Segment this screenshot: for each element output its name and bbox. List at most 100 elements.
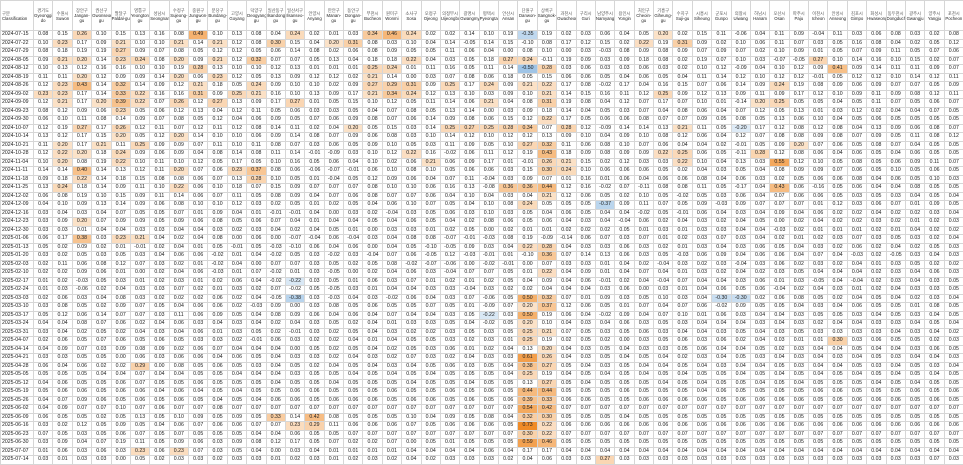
region-header: 군포시Gunpo [712,1,731,31]
table-cell: 0.08 [72,320,91,329]
table-cell: 0.24 [557,167,576,176]
table-cell: 0.12 [34,82,53,91]
table-cell: 0.11 [421,99,440,108]
table-cell: 0.12 [421,90,440,99]
table-cell: 0.05 [944,396,963,405]
row-date: 2025-04-21 [1,354,34,363]
table-cell: 0.07 [595,235,614,244]
table-cell: 0.04 [750,447,769,456]
table-cell: 0.03 [770,456,789,465]
table-cell: 0.14 [440,99,459,108]
table-cell: 0.07 [247,269,266,278]
table-cell: 0.07 [227,405,246,414]
table-cell: 0.11 [150,124,169,133]
table-cell: 0.02 [92,413,111,422]
table-cell: 0.05 [634,413,653,422]
table-cell: 0.03 [402,320,421,329]
table-cell: 0.11 [440,141,459,150]
table-cell: 0.14 [731,82,750,91]
table-cell: 0.09 [867,48,886,57]
row-date: 2025-06-09 [1,413,34,422]
table-cell: 0.08 [169,48,188,57]
table-cell: 0.05 [750,141,769,150]
table-cell: 0.07 [130,405,149,414]
table-cell: 0.10 [828,56,847,65]
table-cell: 0.24 [518,56,537,65]
table-cell: 0.08 [34,31,53,40]
table-cell: 0.05 [266,388,285,397]
table-cell: 0.07 [944,430,963,439]
table-cell: 0.01 [809,226,828,235]
table-cell: 0.11 [324,422,343,431]
table-cell: 0.05 [305,56,324,65]
table-cell: 0.05 [305,396,324,405]
table-cell: 0.12 [809,124,828,133]
table-cell: 0.34 [363,31,382,40]
table-cell: 0.05 [92,379,111,388]
region-name-en: Gwangmyeong [460,16,478,21]
table-cell: 0.05 [227,311,246,320]
row-date: 2024-08-12 [1,65,34,74]
table-cell: 0.05 [285,362,304,371]
table-cell: 0.07 [944,124,963,133]
table-cell: 0.02 [499,226,518,235]
table-cell: 0.05 [944,345,963,354]
table-cell: 0.06 [460,396,479,405]
table-cell: 0.05 [867,167,886,176]
table-cell: 0.32 [537,294,556,303]
table-row: 2024-08-050.090.210.200.140.230.240.080.… [1,56,963,65]
table-cell: 0.02 [208,277,227,286]
table-cell: 0.13 [867,124,886,133]
table-cell: -0.04 [654,277,673,286]
table-cell: 0.00 [363,226,382,235]
table-cell: 0.03 [867,328,886,337]
table-cell: 0.03 [344,31,363,40]
table-cell: 0.02 [944,226,963,235]
table-cell: 0.03 [382,362,401,371]
table-cell: 0.09 [72,243,91,252]
table-row: 2024-10-280.120.220.200.180.240.090.060.… [1,150,963,159]
table-cell: 0.04 [712,243,731,252]
table-cell: 0.07 [673,99,692,108]
table-cell: 0.01 [460,303,479,312]
table-cell: 0.03 [770,328,789,337]
table-cell: 0.04 [750,379,769,388]
table-cell: 0.04 [499,243,518,252]
table-cell: 0.08 [654,48,673,57]
table-cell: 0.12 [944,133,963,142]
table-cell: 0.09 [53,345,72,354]
table-row: 2025-02-100.020.020.090.060.010.000.020.… [1,269,963,278]
table-cell: 0.42 [537,405,556,414]
table-cell: 0.13 [460,184,479,193]
table-cell: 0.03 [673,320,692,329]
table-cell: -0.11 [537,56,556,65]
table-cell: 0.12 [731,133,750,142]
table-cell: 0.05 [72,354,91,363]
row-date: 2025-04-07 [1,337,34,346]
table-cell: 0.10 [247,65,266,74]
table-cell: 0.03 [692,269,711,278]
table-cell: 0.06 [847,167,866,176]
table-cell: 0.01 [460,277,479,286]
table-cell: 0.00 [402,73,421,82]
table-cell: 0.08 [789,294,808,303]
table-cell: 0.05 [460,439,479,448]
table-cell: 0.28 [247,175,266,184]
table-cell: 0.03 [150,354,169,363]
table-cell: 0.20 [169,167,188,176]
table-cell: 0.12 [828,201,847,210]
table-cell: 0.08 [905,184,924,193]
table-cell: 0.12 [208,48,227,57]
table-cell: 0.07 [402,192,421,201]
table-cell: 0.06 [189,175,208,184]
region-name-en: Cheoin-gu [635,13,653,23]
table-cell: 0.03 [712,362,731,371]
table-cell: 0.21 [363,90,382,99]
table-cell: 0.03 [847,328,866,337]
table-cell: 0.05 [208,379,227,388]
table-cell: 0.02 [382,158,401,167]
table-cell: -0.01 [595,277,614,286]
table-cell: 0.04 [692,141,711,150]
row-date: 2025-03-10 [1,303,34,312]
table-cell: 0.05 [886,303,905,312]
